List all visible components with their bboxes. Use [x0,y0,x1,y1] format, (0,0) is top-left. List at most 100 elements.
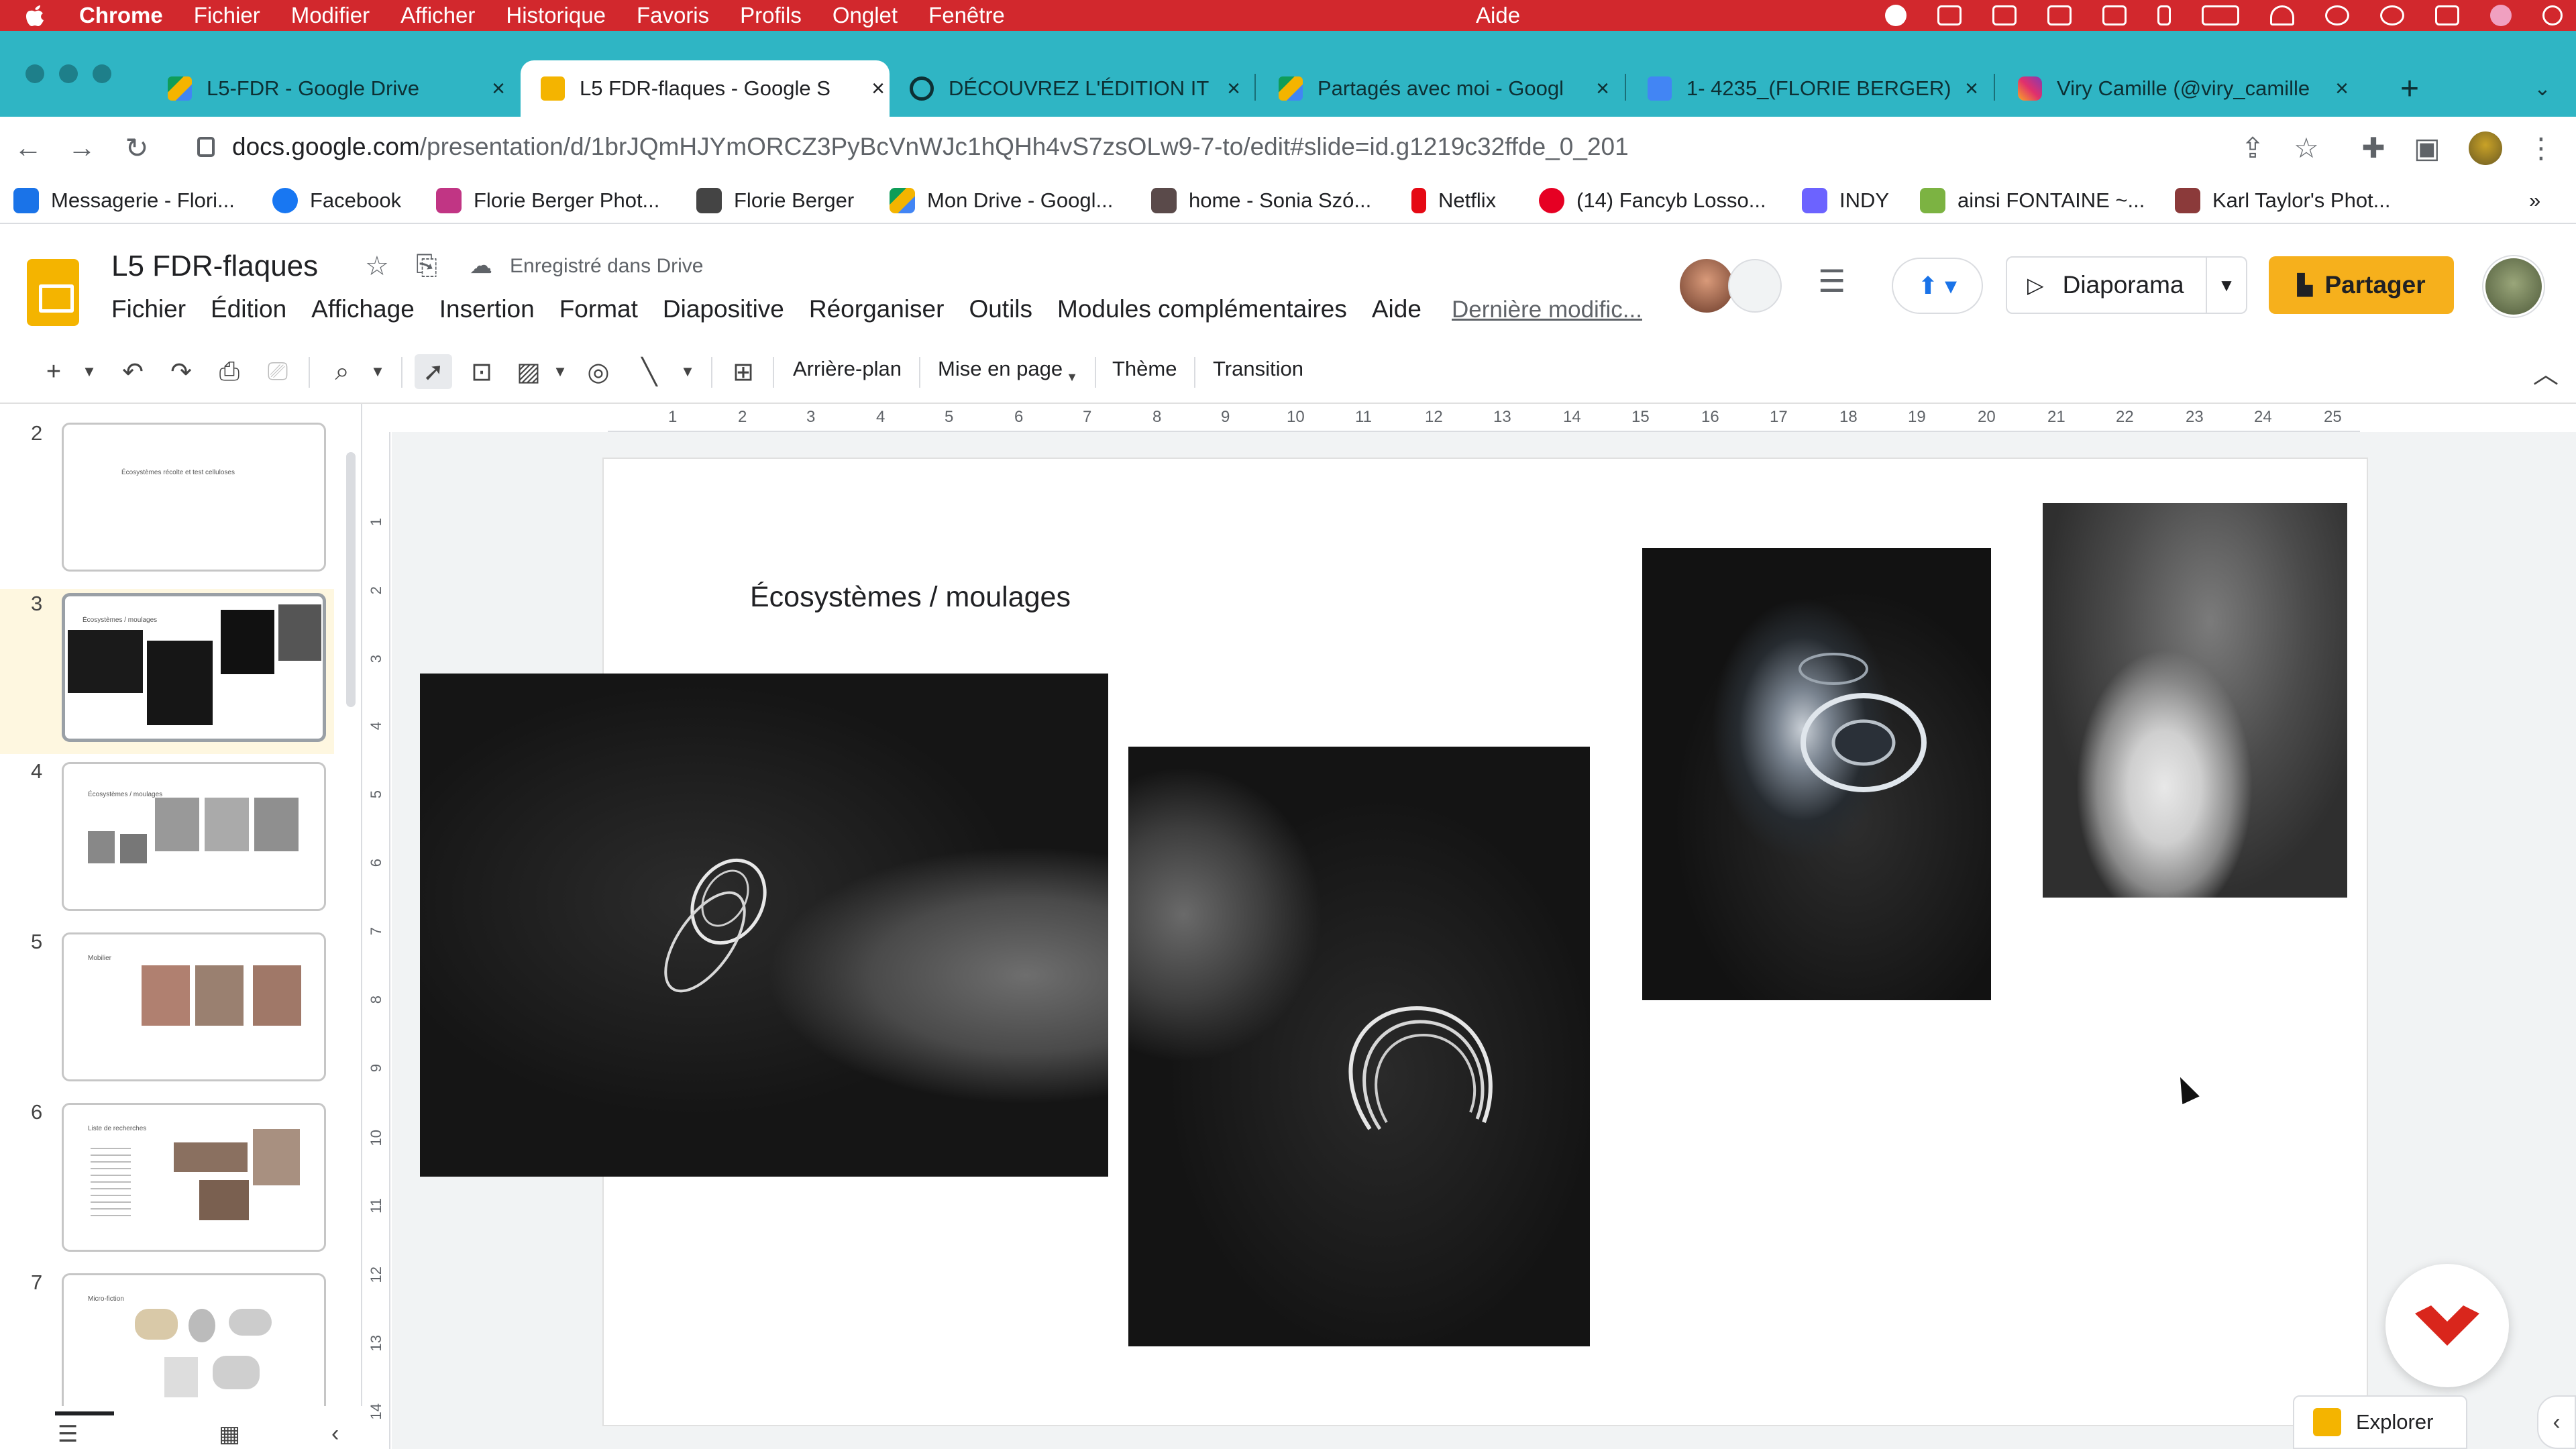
account-avatar[interactable] [2483,256,2544,317]
slide-photo-stone-arcs[interactable] [1128,747,1590,1346]
text-box-icon[interactable]: ⊡ [463,354,500,389]
line-dropdown-icon[interactable]: ▼ [678,354,698,389]
paint-format-icon[interactable]: ⎚ [260,354,295,389]
window-close-button[interactable] [25,64,44,83]
star-icon[interactable]: ☆ [365,251,389,282]
slide-photo-puddle-light[interactable] [2043,503,2347,898]
tab-close-icon[interactable]: × [1960,76,1983,102]
apple-icon[interactable] [21,0,48,31]
zoom-dropdown-icon[interactable]: ▼ [368,354,388,389]
filmstrip-scrollbar[interactable] [346,452,356,707]
present-to-meet-icon[interactable]: ⬆ ▾ [1892,258,1983,314]
tab-close-icon[interactable]: × [1591,76,1614,102]
menubar-item-afficher[interactable]: Afficher [400,3,475,28]
time-machine-icon[interactable] [2380,5,2404,25]
list-view-icon[interactable]: ☰ [58,1421,78,1448]
redo-icon[interactable]: ↷ [164,354,199,389]
background-button[interactable]: Arrière-plan [793,357,902,381]
forward-icon[interactable]: → [63,129,101,166]
slide-thumbnail-7[interactable]: Micro-fiction [62,1273,326,1422]
window-zoom-button[interactable] [93,64,111,83]
menubar-item-modifier[interactable]: Modifier [291,3,370,28]
menu-edition[interactable]: Édition [211,295,286,323]
tab-edition[interactable]: DÉCOUVREZ L'ÉDITION IT × [910,60,1245,117]
side-panel-toggle-icon[interactable]: ‹ [2537,1395,2576,1449]
add-comment-icon[interactable]: ⊞ [724,354,762,389]
bookmark-star-icon[interactable]: ☆ [2288,129,2325,166]
bookmarks-overflow-icon[interactable]: » [2529,186,2540,215]
tab-close-icon[interactable]: × [867,76,890,102]
new-slide-dropdown-icon[interactable]: ▼ [79,354,99,389]
move-folder-icon[interactable]: ⎘ [416,251,437,281]
undo-icon[interactable]: ↶ [115,354,150,389]
menu-insertion[interactable]: Insertion [439,295,535,323]
control-center-icon[interactable] [2435,5,2459,25]
tab-docs[interactable]: 1- 4235_(FLORIE BERGER) × [1648,60,1983,117]
menu-format[interactable]: Format [559,295,638,323]
layout-dropdown-icon[interactable]: ▼ [1064,360,1080,394]
slide-thumbnail-3[interactable]: Écosystèmes / moulages [62,593,326,742]
collapse-filmstrip-icon[interactable]: ‹ [331,1421,339,1447]
screen-share-icon[interactable] [2102,5,2127,25]
more-menu-icon[interactable]: ⋮ [2522,129,2560,166]
menu-diapositive[interactable]: Diapositive [663,295,784,323]
battery-icon[interactable] [2202,5,2239,25]
profile-avatar[interactable] [2469,131,2502,165]
theme-button[interactable]: Thème [1112,357,1177,381]
bookmark-item[interactable]: ainsi FONTAINE ~... [1920,186,2145,215]
cloud-icon[interactable] [1937,5,1962,25]
new-tab-button[interactable]: + [2390,60,2430,117]
display-icon[interactable] [2047,5,2072,25]
shape-icon[interactable]: ◎ [580,354,617,389]
tab-slides[interactable]: L5 FDR-flaques - Google S × [521,60,890,117]
transition-button[interactable]: Transition [1213,357,1303,381]
bookmark-item[interactable]: Florie Berger Phot... [436,186,659,215]
reload-icon[interactable]: ↻ [118,129,156,166]
comments-icon[interactable]: ☰ [1818,263,1845,299]
slide-title[interactable]: Écosystèmes / moulages [750,581,1071,614]
grid-view-icon[interactable]: ▦ [219,1421,240,1448]
tab-close-icon[interactable]: × [2330,76,2353,102]
menubar-item-profils[interactable]: Profils [740,3,802,28]
menubar-item-historique[interactable]: Historique [506,3,606,28]
sync-icon[interactable] [1992,5,2017,25]
slide-photo-stone-ring[interactable] [420,674,1108,1177]
bookmark-item[interactable]: (14) Fancyb Losso... [1539,186,1766,215]
slide-photo-puddle-dark[interactable] [1642,548,1991,1000]
assistant-fab-icon[interactable] [2385,1264,2509,1387]
slideshow-button[interactable]: ▷ Diaporama [2006,256,2207,314]
extensions-icon[interactable]: ✚ [2355,129,2392,166]
record-icon[interactable] [1885,5,1907,26]
back-icon[interactable]: ← [9,129,47,166]
slide-thumbnail-5[interactable]: Mobilier [62,932,326,1081]
tab-shared[interactable]: Partagés avec moi - Googl × [1279,60,1614,117]
menubar-item-fichier[interactable]: Fichier [194,3,260,28]
tab-close-icon[interactable]: × [1222,76,1245,102]
image-dropdown-icon[interactable]: ▼ [550,354,570,389]
slideshow-dropdown-icon[interactable]: ▼ [2207,256,2247,314]
collapse-toolbar-icon[interactable]: ︿ [2529,354,2563,389]
meet-icon[interactable] [1728,259,1782,313]
menubar-item-aide[interactable]: Aide [1476,0,1520,31]
bookmark-item[interactable]: Karl Taylor's Phot... [2175,186,2391,215]
tab-close-icon[interactable]: × [487,76,510,102]
bookmark-item[interactable]: home - Sonia Szó... [1151,186,1371,215]
menu-modules[interactable]: Modules complémentaires [1057,295,1347,323]
menu-fichier[interactable]: Fichier [111,295,186,323]
menubar-app-name[interactable]: Chrome [79,3,163,28]
line-icon[interactable]: ╲ [631,354,668,389]
zoom-icon[interactable]: ⌕ [325,354,360,389]
window-minimize-button[interactable] [59,64,78,83]
menubar-item-favoris[interactable]: Favoris [637,3,709,28]
image-icon[interactable]: ▨ [510,354,547,389]
siri-icon[interactable] [2490,5,2512,26]
bookmark-item[interactable]: Mon Drive - Googl... [890,186,1113,215]
tab-search-chevron-icon[interactable]: ⌄ [2522,60,2563,117]
google-slides-logo-icon[interactable] [27,259,79,326]
wifi-icon[interactable] [2270,5,2294,25]
bookmark-item[interactable]: INDY [1802,186,1889,215]
slide-thumbnail-4[interactable]: Écosystèmes / moulages [62,762,326,911]
menubar-item-onglet[interactable]: Onglet [833,3,898,28]
share-page-icon[interactable]: ⇪ [2234,129,2271,166]
explore-button[interactable]: Explorer [2293,1395,2467,1449]
